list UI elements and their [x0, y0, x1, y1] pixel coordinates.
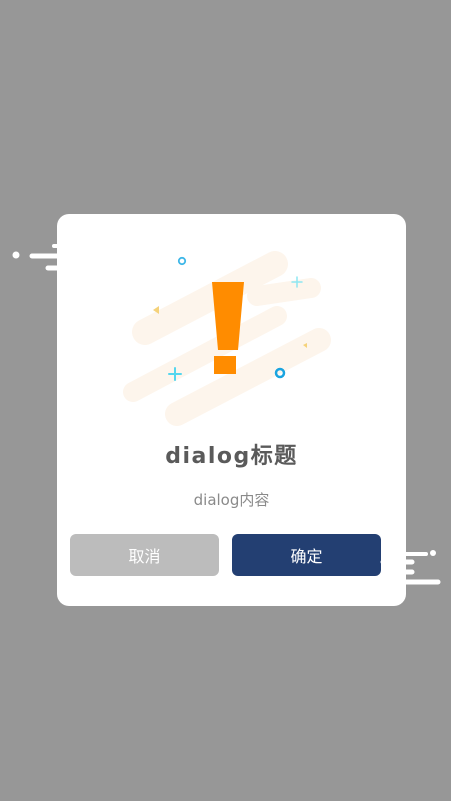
sparkle-ring-top: [177, 256, 187, 266]
warning-illustration: [123, 251, 331, 426]
right-speed-lines-decoration: [380, 550, 441, 585]
confirm-button[interactable]: 确定: [232, 534, 381, 576]
dialog-title: dialog标题: [165, 444, 298, 469]
dialog-content: dialog内容: [193, 491, 270, 509]
dialog: dialog标题 dialog内容 取消 确定: [57, 214, 406, 606]
cancel-button[interactable]: 取消: [70, 534, 219, 576]
exclamation-icon: [212, 282, 244, 374]
